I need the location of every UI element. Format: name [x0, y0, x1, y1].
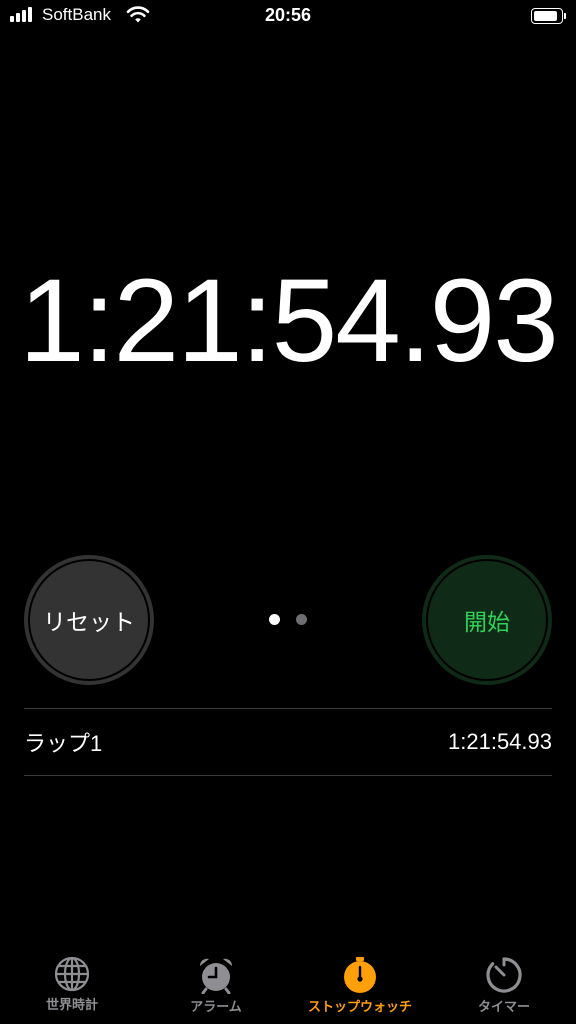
lap-list: ラップ1 1:21:54.93 — [24, 708, 552, 776]
elapsed-time-display: 1:21:54.93 — [19, 255, 559, 387]
tab-label: タイマー — [477, 1000, 530, 1015]
reset-button[interactable]: リセット — [24, 555, 154, 685]
tab-world-clock[interactable]: 世界時計 — [0, 948, 144, 1013]
tab-stopwatch[interactable]: ストップウォッチ — [288, 948, 432, 1015]
battery-level — [534, 11, 557, 21]
page-dot — [269, 614, 280, 625]
globe-icon — [54, 956, 90, 992]
tab-label: ストップウォッチ — [307, 1000, 412, 1015]
start-button-label: 開始 — [426, 559, 548, 681]
stopwatch-icon — [344, 957, 376, 993]
lap-label: ラップ1 — [24, 731, 103, 756]
reset-button-label: リセット — [28, 559, 150, 681]
tab-label: アラーム — [190, 1000, 242, 1015]
tab-bar: 世界時計 アラーム ストップウォッチ タイマー — [0, 948, 576, 1024]
status-bar: SoftBank 20:56 — [0, 0, 576, 34]
tab-timer[interactable]: タイマー — [432, 948, 576, 1015]
tab-alarm[interactable]: アラーム — [144, 948, 288, 1015]
page-dot — [296, 614, 307, 625]
alarm-clock-icon — [199, 958, 233, 994]
status-time: 20:56 — [264, 5, 312, 25]
divider — [24, 775, 552, 776]
battery-icon — [531, 8, 566, 24]
tab-label: 世界時計 — [45, 998, 98, 1013]
page-indicator[interactable] — [269, 614, 307, 625]
lap-row: ラップ1 1:21:54.93 — [24, 709, 552, 775]
timer-icon — [486, 957, 522, 993]
start-button[interactable]: 開始 — [422, 555, 552, 685]
lap-time: 1:21:54.93 — [448, 729, 552, 754]
